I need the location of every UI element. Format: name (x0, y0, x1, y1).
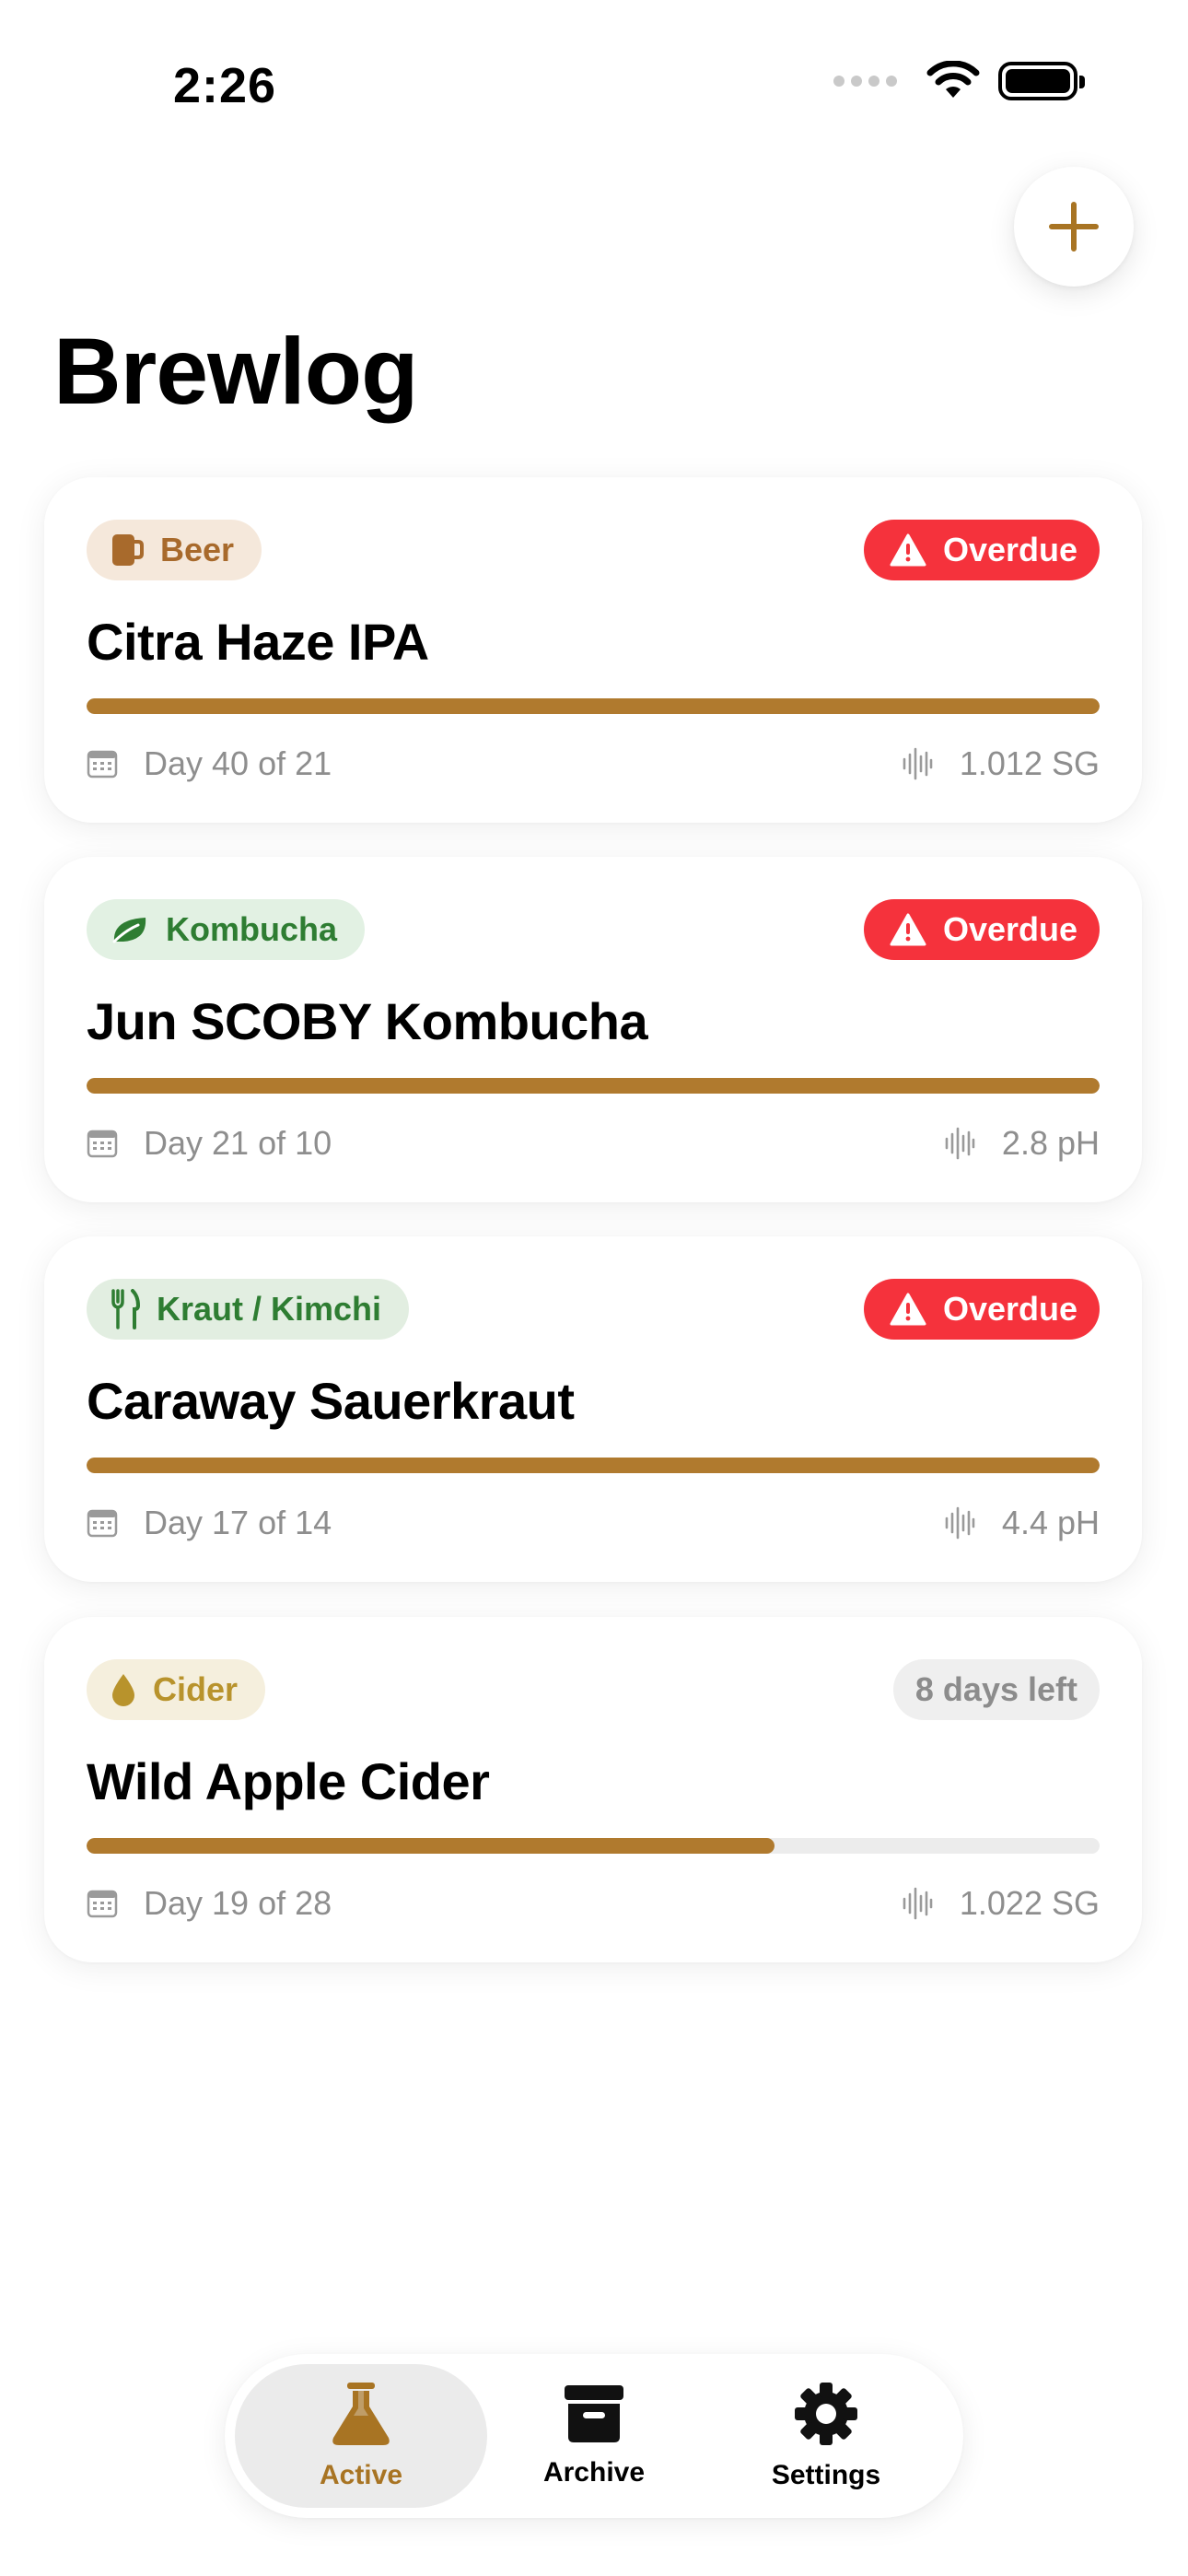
day-progress: Day 17 of 14 (87, 1504, 332, 1542)
brew-name: Wild Apple Cider (87, 1752, 490, 1810)
tab-archive[interactable]: Archive (468, 2364, 720, 2508)
progress-fill (87, 1458, 1100, 1473)
category-chip: Cider (87, 1659, 266, 1720)
day-text: Day 19 of 28 (144, 1884, 332, 1922)
reading-text: 4.4 pH (1001, 1504, 1100, 1541)
progress-fill (87, 1838, 775, 1854)
category-label: Cider (153, 1670, 239, 1708)
tab-bar: Active Archive Settings (225, 2354, 963, 2518)
brew-card[interactable]: Kraut / Kimchi Overdue Caraway Sauerkrau… (44, 1236, 1142, 1582)
day-progress: Day 19 of 28 (87, 1884, 332, 1923)
waveform-icon (945, 1127, 975, 1160)
battery-icon (998, 62, 1085, 100)
archive-box-icon (565, 2385, 623, 2442)
progress-bar (87, 698, 1100, 714)
category-chip: Kraut / Kimchi (87, 1279, 410, 1340)
wifi-icon (926, 61, 980, 98)
warning-icon (890, 1293, 926, 1326)
warning-icon (890, 533, 926, 567)
day-progress: Day 40 of 21 (87, 744, 332, 783)
status-badge: 8 days left (892, 1659, 1100, 1720)
fork-knife-icon (111, 1289, 140, 1329)
brew-card[interactable]: Beer Overdue Citra Haze IPA Day 40 of 21 (44, 477, 1142, 823)
latest-reading: 2.8 pH (943, 1124, 1100, 1163)
category-label: Kombucha (166, 910, 338, 948)
leaf-icon (112, 918, 146, 943)
reading-text: 2.8 pH (1001, 1124, 1100, 1162)
category-label: Kraut / Kimchi (157, 1290, 382, 1328)
status-label: Overdue (942, 1290, 1077, 1328)
brew-card[interactable]: Kombucha Overdue Jun SCOBY Kombucha Day … (44, 857, 1142, 1202)
waveform-icon (903, 1887, 933, 1920)
status-badge: Overdue (863, 520, 1100, 580)
flask-icon (332, 2383, 390, 2445)
warning-icon (890, 913, 926, 946)
waveform-icon (945, 1506, 975, 1540)
day-text: Day 17 of 14 (144, 1504, 332, 1541)
tab-label: Settings (771, 2460, 881, 2490)
tab-label: Archive (542, 2457, 646, 2488)
status-label: Overdue (942, 910, 1077, 948)
category-label: Beer (160, 531, 235, 568)
progress-bar (87, 1458, 1100, 1473)
latest-reading: 4.4 pH (943, 1504, 1100, 1542)
drop-icon (112, 1674, 134, 1706)
waveform-icon (903, 747, 933, 780)
reading-text: 1.022 SG (959, 1884, 1100, 1922)
brew-name: Caraway Sauerkraut (87, 1372, 575, 1430)
status-indicators (833, 61, 1085, 101)
category-chip: Kombucha (87, 899, 366, 960)
progress-bar (87, 1078, 1100, 1094)
tab-active[interactable]: Active (235, 2364, 487, 2508)
status-badge: Overdue (863, 1279, 1100, 1340)
progress-fill (87, 1078, 1100, 1094)
tab-settings[interactable]: Settings (700, 2364, 952, 2508)
latest-reading: 1.012 SG (901, 744, 1100, 783)
reading-text: 1.012 SG (959, 744, 1100, 782)
brew-name: Jun SCOBY Kombucha (87, 992, 648, 1050)
progress-bar (87, 1838, 1100, 1854)
gear-icon (795, 2383, 857, 2445)
status-label: 8 days left (914, 1670, 1077, 1708)
day-text: Day 21 of 10 (144, 1124, 332, 1162)
mug-icon (112, 534, 144, 566)
status-time: 2:26 (173, 58, 277, 113)
calendar-icon (87, 1130, 118, 1158)
brew-card[interactable]: Cider 8 days left Wild Apple Cider Day 1… (44, 1617, 1142, 1962)
calendar-icon (87, 1890, 118, 1918)
brew-name: Citra Haze IPA (87, 613, 429, 671)
day-progress: Day 21 of 10 (87, 1124, 332, 1163)
calendar-icon (87, 750, 118, 779)
latest-reading: 1.022 SG (901, 1884, 1100, 1923)
day-text: Day 40 of 21 (144, 744, 332, 782)
calendar-icon (87, 1509, 118, 1538)
cellular-signal-icon (833, 76, 897, 87)
status-badge: Overdue (863, 899, 1100, 960)
plus-icon (1049, 202, 1099, 252)
progress-fill (87, 698, 1100, 714)
add-brew-button[interactable] (1014, 167, 1134, 287)
category-chip: Beer (87, 520, 262, 580)
status-label: Overdue (942, 531, 1077, 568)
tab-label: Active (319, 2460, 403, 2490)
page-title: Brewlog (53, 319, 418, 424)
